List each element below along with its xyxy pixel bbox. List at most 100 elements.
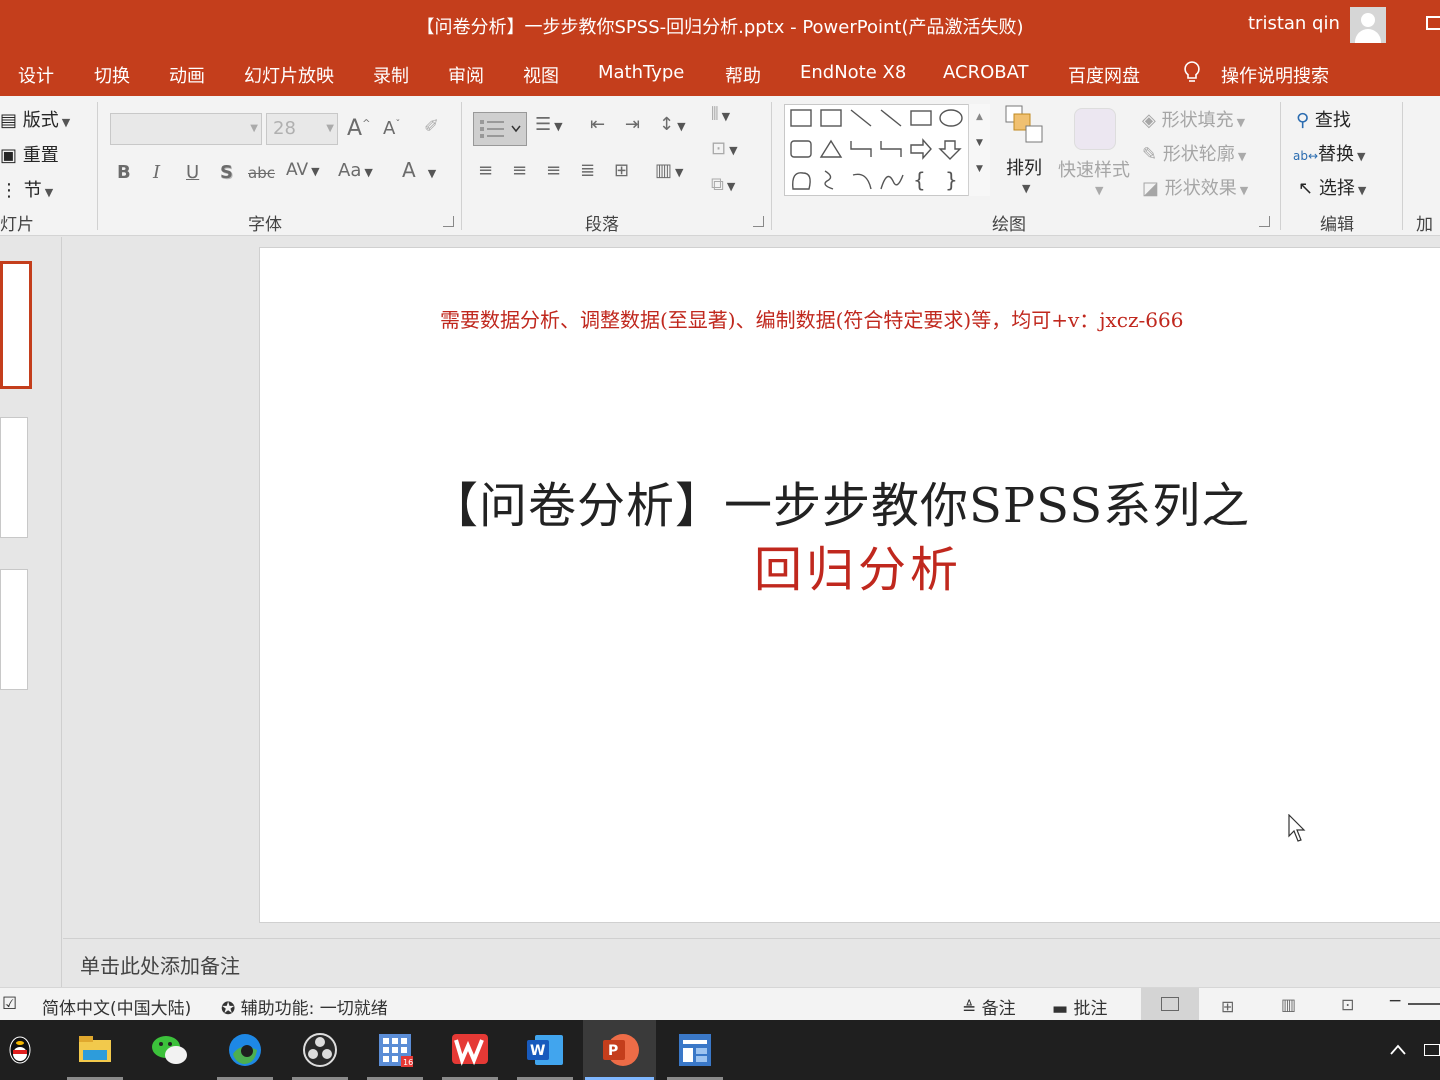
slide-title-text[interactable]: 【问卷分析】一步步教你SPSS系列之 bbox=[430, 466, 1250, 536]
accessibility-status[interactable]: ✪ 辅助功能: 一切就绪 bbox=[221, 994, 388, 1019]
slide-title-highlight[interactable]: 回归分析 bbox=[754, 530, 962, 600]
font-color-button[interactable]: A ▼ bbox=[402, 158, 436, 182]
reset-button[interactable]: ▣ 重置 bbox=[0, 141, 59, 167]
shapes-gallery-scroll[interactable]: ▲ ▼ ▼ bbox=[968, 104, 990, 196]
taskbar-qq[interactable] bbox=[0, 1020, 60, 1080]
taskbar-edge[interactable] bbox=[215, 1020, 275, 1080]
italic-button[interactable]: I bbox=[153, 162, 160, 183]
ribbon-display-options-icon[interactable] bbox=[1426, 16, 1440, 30]
line-spacing-icon[interactable]: ↕ ▼ bbox=[659, 114, 686, 135]
layout-button[interactable]: ▤ 版式 ▼ bbox=[0, 106, 70, 132]
notes-placeholder[interactable]: 单击此处添加备注 bbox=[80, 950, 240, 979]
slide-subtitle-text[interactable]: 需要数据分析、调整数据(至显著)、编制数据(符合特定要求)等，均可+v：jxcz… bbox=[440, 304, 1183, 333]
taskbar-calendar-app[interactable]: 16 bbox=[365, 1020, 425, 1080]
slide-thumbnail-pane bbox=[0, 237, 62, 987]
decrease-indent-icon[interactable]: ⇤ bbox=[590, 114, 605, 135]
slide-sorter-view-button[interactable]: ⊞ bbox=[1201, 988, 1259, 1020]
arrange-button[interactable]: 排列 ▼ bbox=[1004, 104, 1048, 202]
slide-thumbnail-1[interactable] bbox=[0, 261, 32, 389]
shape-fill-button[interactable]: ◈ 形状填充 ▼ bbox=[1142, 106, 1245, 132]
group-separator bbox=[97, 102, 98, 230]
tab-help[interactable]: 帮助 bbox=[725, 62, 761, 88]
text-shadow-button[interactable]: S bbox=[220, 162, 233, 183]
shape-effects-button[interactable]: ◪ 形状效果 ▼ bbox=[1142, 174, 1248, 200]
taskbar-file-explorer[interactable] bbox=[65, 1020, 125, 1080]
align-text-icon[interactable]: ⊡ ▼ bbox=[711, 138, 738, 159]
align-right-icon[interactable]: ≡ bbox=[546, 160, 561, 181]
slide-thumbnail-2[interactable] bbox=[0, 417, 28, 538]
zoom-slider[interactable] bbox=[1408, 1003, 1440, 1005]
tab-mathtype[interactable]: MathType bbox=[598, 62, 684, 83]
desktop-preview-icon[interactable] bbox=[1424, 1044, 1440, 1056]
strikethrough-button[interactable]: abc bbox=[248, 164, 275, 182]
shape-outline-button[interactable]: ✎ 形状轮廓 ▼ bbox=[1142, 140, 1246, 166]
grow-font-button[interactable]: A^ bbox=[347, 116, 370, 141]
normal-view-button[interactable] bbox=[1141, 988, 1199, 1020]
underline-button[interactable]: U bbox=[186, 162, 199, 183]
svg-text:P: P bbox=[608, 1043, 618, 1059]
slideshow-view-button[interactable]: ⊡ bbox=[1321, 988, 1379, 1020]
increase-indent-icon[interactable]: ⇥ bbox=[625, 114, 640, 135]
tab-design[interactable]: 设计 bbox=[18, 62, 54, 88]
find-button[interactable]: ⚲ 查找 bbox=[1296, 106, 1351, 132]
align-left-icon[interactable]: ≡ bbox=[478, 160, 493, 181]
avatar[interactable] bbox=[1350, 7, 1386, 43]
tell-me-search[interactable]: 操作说明搜索 bbox=[1221, 62, 1329, 88]
shapes-gallery[interactable]: {} bbox=[784, 104, 990, 196]
character-spacing-button[interactable]: AV ▼ bbox=[286, 160, 320, 180]
drawing-dialog-launcher[interactable] bbox=[1259, 216, 1270, 227]
columns-icon[interactable]: ▥ ▼ bbox=[655, 160, 683, 181]
tab-acrobat[interactable]: ACROBAT bbox=[943, 62, 1029, 83]
pointer-icon: ↖ bbox=[1298, 178, 1314, 199]
text-direction-icon[interactable]: ⫴ ▼ bbox=[711, 104, 730, 125]
font-size-combo[interactable]: 28 ▼ bbox=[266, 113, 338, 145]
distributed-icon[interactable]: ⊞ bbox=[614, 160, 629, 181]
replace-button[interactable]: ab↔替换 ▼ bbox=[1293, 140, 1366, 166]
smartart-icon[interactable]: ⧉ ▼ bbox=[711, 174, 735, 195]
numbering-icon[interactable]: ☰ ▼ bbox=[535, 114, 563, 135]
taskbar-powerpoint[interactable]: P bbox=[583, 1020, 656, 1080]
justify-icon[interactable]: ≣ bbox=[580, 160, 595, 181]
tab-record[interactable]: 录制 bbox=[373, 62, 409, 88]
language-status[interactable]: 简体中文(中国大陆) bbox=[42, 994, 191, 1019]
notes-toggle-button[interactable]: ≜ 备注 bbox=[962, 994, 1016, 1019]
shapes-icons: {} bbox=[790, 109, 963, 192]
taskbar-generic-app[interactable] bbox=[665, 1020, 725, 1080]
section-button[interactable]: ⋮ 节 ▼ bbox=[0, 176, 53, 202]
slide-thumbnail-3[interactable] bbox=[0, 569, 28, 690]
taskbar-obs[interactable] bbox=[290, 1020, 350, 1080]
comments-toggle-button[interactable]: ▬ 批注 bbox=[1052, 994, 1107, 1019]
shrink-font-button[interactable]: Aˇ bbox=[383, 118, 400, 139]
font-dialog-launcher[interactable] bbox=[443, 216, 454, 227]
reading-view-button[interactable]: ▥ bbox=[1261, 988, 1319, 1020]
change-case-button[interactable]: Aa ▼ bbox=[338, 160, 373, 181]
windows-taskbar: 16 W P bbox=[0, 1020, 1440, 1080]
generic-app-icon bbox=[679, 1034, 711, 1066]
tab-view[interactable]: 视图 bbox=[523, 62, 559, 88]
tab-transitions[interactable]: 切换 bbox=[94, 62, 130, 88]
magnifier-icon: ⚲ bbox=[1296, 110, 1310, 131]
select-button[interactable]: ↖ 选择 ▼ bbox=[1298, 174, 1366, 200]
zoom-out-button[interactable]: − bbox=[1388, 991, 1402, 1011]
taskbar-word[interactable]: W bbox=[515, 1020, 575, 1080]
tab-review[interactable]: 审阅 bbox=[448, 62, 484, 88]
user-name[interactable]: tristan qin bbox=[1248, 13, 1340, 34]
slide-canvas[interactable]: 需要数据分析、调整数据(至显著)、编制数据(符合特定要求)等，均可+v：jxcz… bbox=[259, 247, 1440, 923]
quick-styles-button[interactable]: 快速样式 ▼ bbox=[1058, 104, 1132, 202]
taskbar-wps[interactable] bbox=[440, 1020, 500, 1080]
paragraph-dialog-launcher[interactable] bbox=[753, 216, 764, 227]
clear-formatting-icon[interactable]: ✐ bbox=[424, 116, 439, 137]
tab-animations[interactable]: 动画 bbox=[169, 62, 205, 88]
bold-button[interactable]: B bbox=[117, 162, 131, 183]
spelling-check-icon[interactable]: ☑ bbox=[2, 994, 17, 1014]
font-name-combo[interactable]: ▼ bbox=[110, 113, 262, 145]
tab-endnote[interactable]: EndNote X8 bbox=[800, 62, 906, 83]
align-center-icon[interactable]: ≡ bbox=[512, 160, 527, 181]
font-group-label: 字体 bbox=[248, 215, 282, 235]
tab-baidu-netdisk[interactable]: 百度网盘 bbox=[1068, 62, 1140, 88]
tab-slideshow[interactable]: 幻灯片放映 bbox=[244, 62, 334, 88]
taskbar-wechat[interactable] bbox=[140, 1020, 200, 1080]
notes-pane[interactable]: 单击此处添加备注 bbox=[63, 938, 1440, 986]
tray-chevron-up-icon[interactable] bbox=[1388, 1040, 1408, 1060]
bullets-button[interactable] bbox=[473, 112, 527, 146]
